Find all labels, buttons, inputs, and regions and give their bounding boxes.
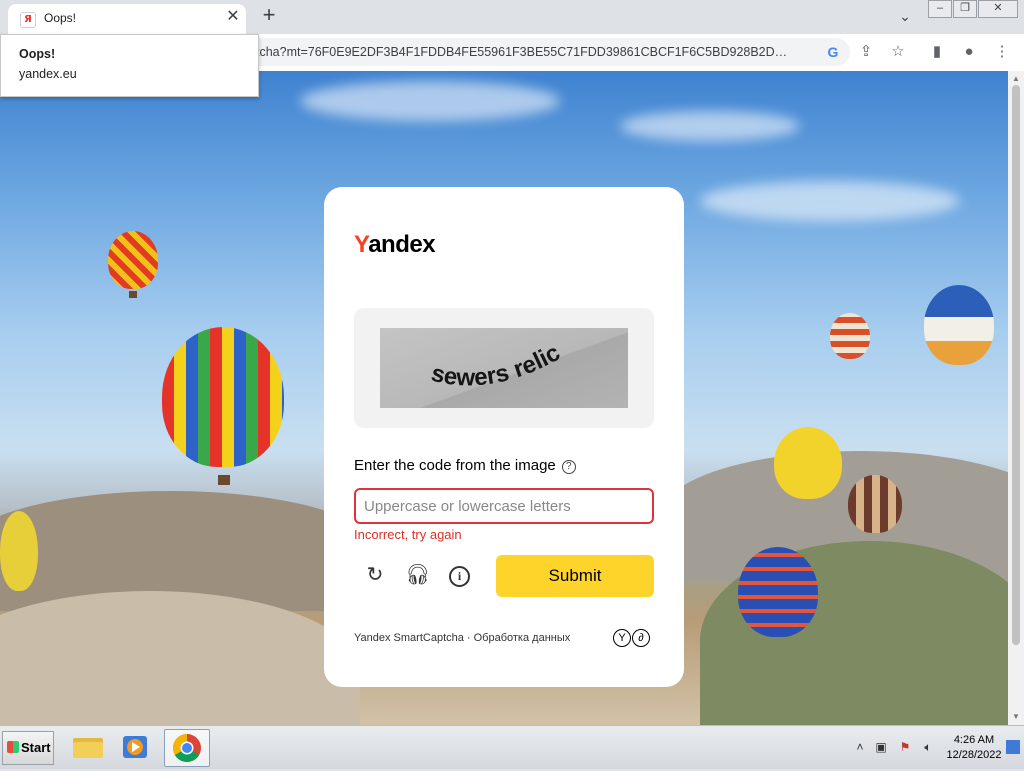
address-bar[interactable]: tcha?mt=76F0E9E2DF3B4F1FDDB4FE55961F3BE5… — [160, 38, 850, 66]
yandex-logo: Yandex — [354, 231, 436, 258]
cloud — [620, 111, 800, 141]
tab-title: Oops! — [44, 11, 77, 25]
file-explorer-taskbar-icon[interactable] — [66, 729, 110, 765]
hot-air-balloon — [924, 285, 994, 365]
captcha-image: sewers relic — [380, 328, 628, 408]
question-circle-icon[interactable]: ? — [561, 460, 576, 474]
scroll-up-arrow-icon[interactable]: ▲ — [1010, 73, 1022, 85]
profile-avatar-icon[interactable]: ● — [959, 42, 979, 62]
volume-icon[interactable]: 🔈︎ — [920, 740, 936, 754]
captcha-distorted-text: sewers relic — [429, 339, 565, 392]
cloud — [300, 81, 560, 121]
action-center-flag-icon[interactable]: ⚑ — [897, 740, 913, 754]
balloon-basket — [218, 475, 230, 485]
captcha-code-input[interactable] — [354, 488, 654, 524]
svg-text:sewers relic: sewers relic — [429, 339, 565, 392]
windows-taskbar: Start ˄ ▣ ⚑ 🔈︎ 4:26 AM 12/28/2022 — [0, 725, 1024, 769]
tab-hover-card: Oops! yandex.eu — [0, 34, 259, 97]
captcha-error-message: Incorrect, try again — [354, 527, 462, 542]
scroll-down-arrow-icon[interactable]: ▼ — [1010, 711, 1022, 723]
restore-window-button[interactable]: ❐ — [953, 0, 977, 18]
clock-date: 12/28/2022 — [946, 749, 1002, 761]
captcha-text: sewers relic — [429, 339, 565, 392]
media-player-taskbar-icon[interactable] — [114, 729, 158, 765]
page-scrollbar[interactable]: ▲ ▼ — [1008, 71, 1024, 725]
hill — [0, 591, 360, 725]
hover-card-host: yandex.eu — [19, 67, 77, 81]
show-desktop-icon[interactable] — [1006, 740, 1020, 754]
menu-kebab-icon[interactable]: ⋮ — [992, 42, 1012, 62]
tab-close-icon[interactable]: ✕ — [224, 8, 242, 26]
network-tray-icon[interactable]: ▣ — [873, 740, 889, 754]
hot-air-balloon — [108, 231, 158, 289]
captcha-image-container: sewers relic — [354, 308, 654, 428]
system-clock[interactable]: 4:26 AM 12/28/2022 — [944, 733, 1004, 763]
show-hidden-icons-chevron-icon[interactable]: ˄ — [852, 740, 868, 754]
bookmark-star-icon[interactable]: ☆ — [888, 42, 908, 62]
side-panel-icon[interactable]: ▮ — [927, 42, 947, 62]
smartcaptcha-circle-icon: ∂ — [632, 629, 650, 647]
yandex-smartcaptcha-marks: Y ∂ — [612, 628, 650, 648]
google-translate-icon[interactable]: G — [823, 42, 843, 62]
balloon-basket — [129, 291, 137, 298]
tab-search-chevron-icon[interactable]: ⌄ — [896, 8, 914, 26]
new-tab-button[interactable]: + — [259, 4, 279, 26]
cloud — [700, 181, 960, 221]
chrome-taskbar-icon[interactable] — [164, 729, 210, 767]
tab-oops[interactable]: Я Oops! ✕ — [8, 4, 246, 34]
close-window-button[interactable]: ✕ — [978, 0, 1018, 18]
hot-air-balloon — [774, 427, 842, 499]
submit-button[interactable]: Submit — [496, 555, 654, 597]
address-url[interactable]: tcha?mt=76F0E9E2DF3B4F1FDDB4FE55961F3BE5… — [256, 45, 816, 59]
captcha-card: Yandex sewers relic Enter the code from … — [324, 187, 684, 687]
hover-card-title: Oops! — [19, 47, 56, 61]
tab-strip: Я Oops! ✕ + ⌄ – ❐ ✕ — [0, 0, 1024, 34]
refresh-icon[interactable]: ↻ — [363, 563, 387, 587]
yandex-favicon-icon: Я — [20, 12, 36, 28]
info-icon[interactable]: i — [449, 566, 470, 587]
hot-air-balloon — [0, 511, 38, 591]
scrollbar-thumb[interactable] — [1012, 85, 1020, 645]
yandex-circle-icon: Y — [613, 629, 631, 647]
hot-air-balloon — [162, 327, 284, 467]
captcha-footer[interactable]: Yandex SmartCaptcha · Обработка данных — [354, 632, 570, 644]
hot-air-balloon — [738, 547, 818, 637]
headphones-audio-icon[interactable]: 🎧︎ — [405, 563, 430, 587]
captcha-prompt: Enter the code from the image? — [354, 457, 576, 474]
share-icon[interactable]: ⇪ — [856, 42, 876, 62]
minimize-window-button[interactable]: – — [928, 0, 952, 18]
start-button[interactable]: Start — [2, 731, 54, 765]
clock-time: 4:26 AM — [953, 734, 995, 746]
hot-air-balloon — [830, 313, 870, 359]
windows-flag-icon — [7, 741, 19, 753]
hot-air-balloon — [848, 475, 902, 533]
